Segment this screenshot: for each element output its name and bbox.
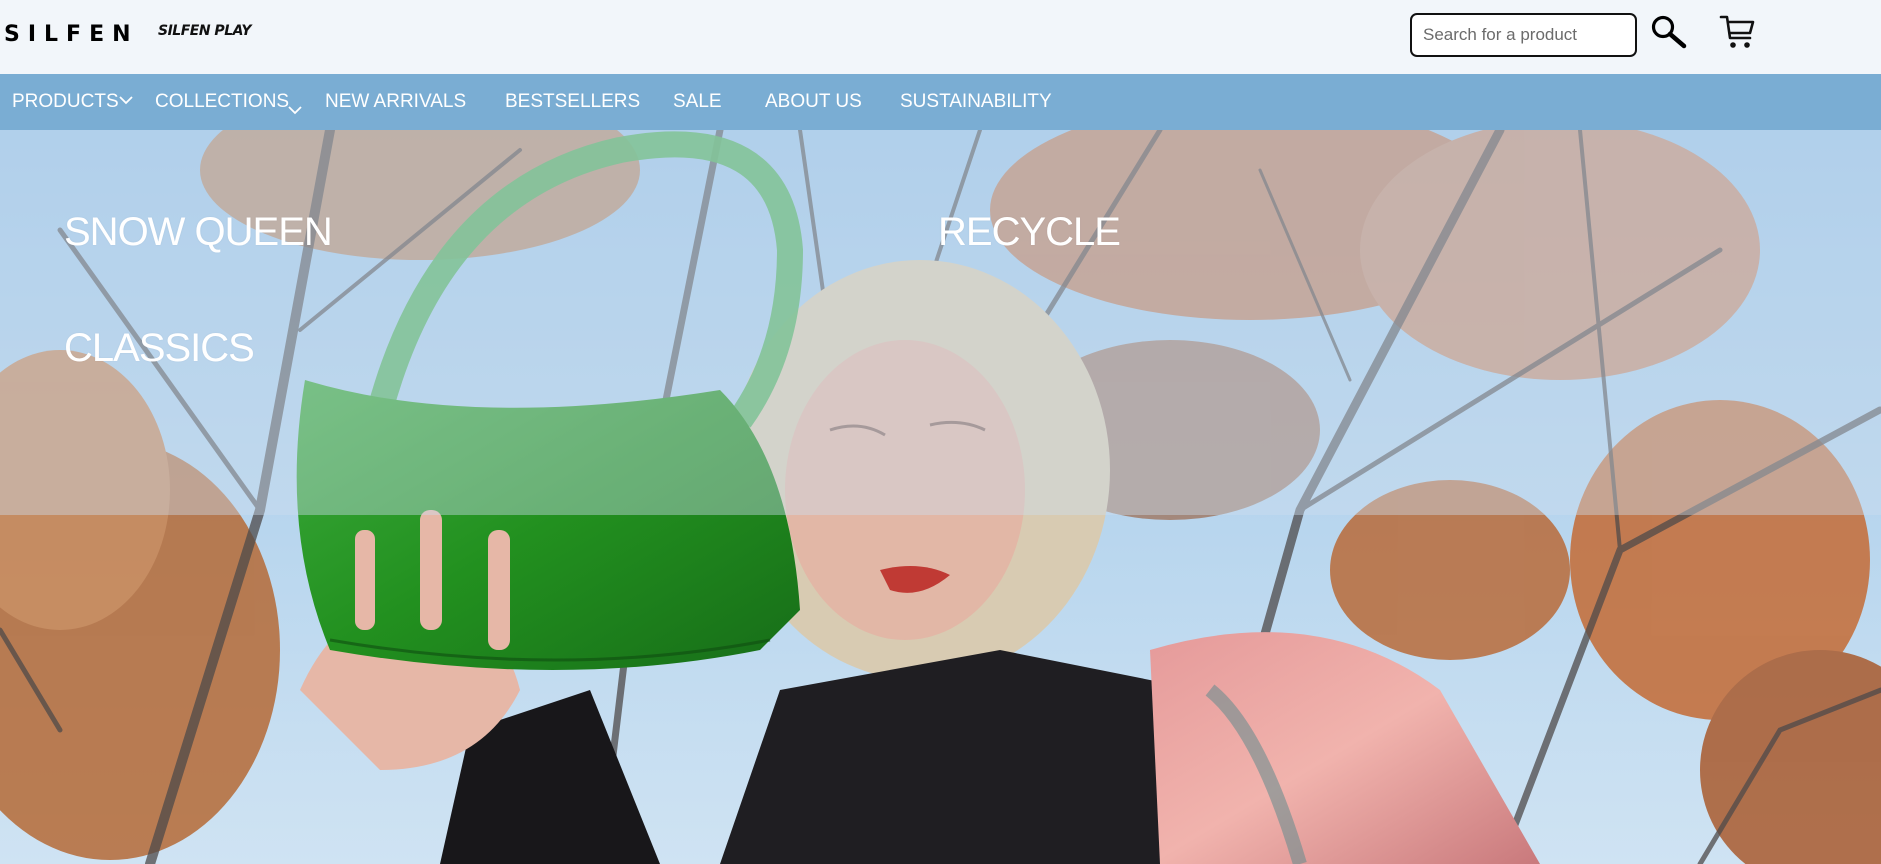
nav-item-collections[interactable]: COLLECTIONS bbox=[155, 74, 302, 130]
nav-item-label: BESTSELLERS bbox=[505, 91, 641, 112]
silfen-logo[interactable]: SILFEN bbox=[4, 22, 139, 47]
collection-link-classics[interactable]: CLASSICS bbox=[64, 326, 255, 371]
chevron-down-icon bbox=[288, 106, 302, 115]
hero-banner: SNOW QUEEN RECYCLE CLASSICS bbox=[0, 130, 1881, 864]
nav-item-label: SUSTAINABILITY bbox=[900, 91, 1052, 112]
cart-icon bbox=[1719, 15, 1755, 48]
collection-link-snow-queen[interactable]: SNOW QUEEN bbox=[64, 210, 333, 255]
nav-item-label: NEW ARRIVALS bbox=[325, 91, 467, 112]
collections-dropdown bbox=[0, 130, 1881, 515]
nav-item-products[interactable]: PRODUCTS bbox=[12, 74, 133, 130]
search-button[interactable] bbox=[1648, 13, 1692, 53]
search-input[interactable] bbox=[1410, 13, 1637, 57]
main-nav: PRODUCTS COLLECTIONS NEW ARRIVALS BESTSE… bbox=[0, 74, 1881, 130]
collection-link-recycle[interactable]: RECYCLE bbox=[938, 210, 1121, 255]
nav-item-sale[interactable]: SALE bbox=[673, 74, 722, 130]
nav-item-label: COLLECTIONS bbox=[155, 91, 290, 112]
chevron-down-icon bbox=[119, 96, 133, 105]
nav-item-about-us[interactable]: ABOUT US bbox=[765, 74, 862, 130]
cart-button[interactable] bbox=[1718, 12, 1758, 52]
nav-item-bestsellers[interactable]: BESTSELLERS bbox=[505, 74, 640, 130]
silfen-play-logo[interactable]: SILFEN PLAY bbox=[158, 23, 251, 39]
nav-item-label: PRODUCTS bbox=[12, 91, 119, 112]
nav-item-sustainability[interactable]: SUSTAINABILITY bbox=[900, 74, 1052, 130]
nav-item-label: SALE bbox=[673, 91, 722, 112]
nav-item-label: ABOUT US bbox=[765, 91, 862, 112]
search-icon bbox=[1651, 15, 1687, 49]
site-header: SILFEN SILFEN PLAY bbox=[0, 0, 1881, 74]
nav-item-new-arrivals[interactable]: NEW ARRIVALS bbox=[325, 74, 466, 130]
